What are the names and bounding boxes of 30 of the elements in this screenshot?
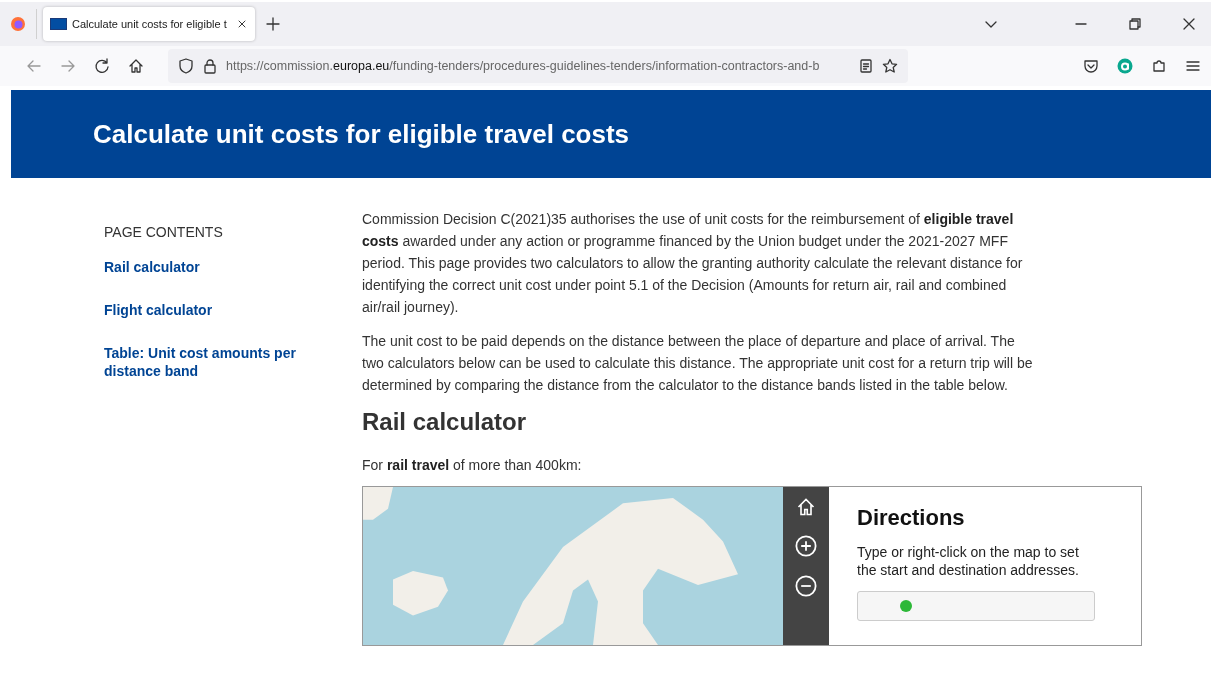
browser-tab[interactable]: Calculate unit costs for eligible t	[43, 7, 255, 41]
menu-icon[interactable]	[1185, 58, 1201, 74]
zoom-out-icon[interactable]	[795, 575, 817, 597]
page-contents-link[interactable]: Rail calculator	[104, 258, 319, 276]
forward-arrow-icon[interactable]	[60, 58, 76, 74]
close-icon[interactable]	[236, 18, 248, 30]
pocket-icon[interactable]	[1083, 58, 1099, 74]
page-title: Calculate unit costs for eligible travel costs	[93, 118, 630, 150]
close-icon[interactable]	[1181, 16, 1197, 32]
start-dot-icon	[900, 600, 912, 612]
page-contents-link[interactable]: Flight calculator	[104, 301, 319, 319]
zoom-in-icon[interactable]	[795, 535, 817, 557]
new-tab-icon[interactable]	[265, 16, 281, 32]
intro-text: For rail travel of more than 400km:	[362, 456, 583, 475]
directions-title: Directions	[857, 505, 966, 531]
bookmark-star-icon[interactable]	[882, 58, 898, 74]
body-paragraph: Commission Decision C(2021)35 authorises the use of unit costs for the reimbursement of eligible travel costs awarded under any action or programme financed by the Union budget under the 2021-2027 MFF period. This page provides two calculators to allow the granting authority calculate the relevant distance for identifying the correct unit cost under point 5.1 of the Decision (Amounts for return air, rail and combined air/rail journey).	[362, 210, 1024, 317]
shield-icon	[178, 58, 194, 74]
section-heading: Rail calculator	[362, 408, 528, 436]
sidebar-heading: PAGE CONTENTS	[104, 224, 224, 240]
body-paragraph: The unit cost to be paid depends on the distance between the place of departure and place of arrival. The two calculators below can be used to calculate this distance. The appropriate unit cost for a return trip will be determined by comparing the distance from the calculator to the distance bands listed in the table below.	[362, 332, 1034, 395]
padlock-icon	[202, 58, 218, 74]
back-arrow-icon[interactable]	[26, 58, 42, 74]
reader-view-icon[interactable]	[858, 58, 874, 74]
home-icon[interactable]	[128, 58, 144, 74]
directions-hint: Type or right-click on the map to set the start and destination addresses.	[857, 543, 1080, 579]
restore-icon[interactable]	[1127, 16, 1143, 32]
start-field[interactable]	[857, 591, 1095, 621]
reload-icon[interactable]	[94, 58, 110, 74]
page-contents-link[interactable]: Table: Unit cost amounts per distance band	[104, 344, 319, 380]
